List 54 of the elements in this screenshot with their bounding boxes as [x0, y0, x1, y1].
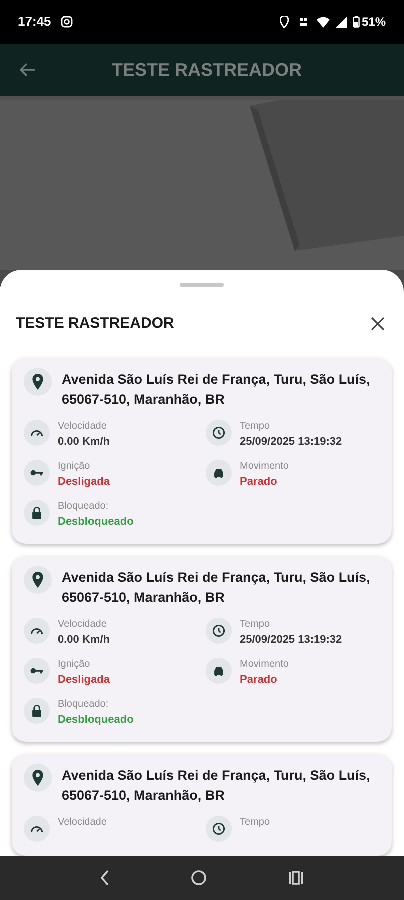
gauge-icon [24, 618, 50, 644]
drag-handle[interactable] [180, 283, 224, 287]
field-value: Parado [240, 474, 278, 490]
field-label: Tempo [240, 618, 272, 632]
location-pin-icon [24, 566, 52, 594]
volte-icon [298, 16, 309, 28]
address-text: Avenida São Luís Rei de França, Turu, São Luís, 65067-510, Maranhão, BR [62, 568, 372, 606]
field-value: 25/09/2025 13:19:32 [240, 434, 342, 450]
gauge-icon [24, 816, 50, 842]
address-text: Avenida São Luís Rei de França, Turu, São Luís, 65067-510, Maranhão, BR [62, 370, 372, 408]
battery-icon [352, 16, 360, 28]
clock-icon [206, 420, 232, 446]
recents-button[interactable] [288, 871, 304, 885]
sheet-title: TESTE RASTREADOR [16, 314, 174, 334]
field-label: Velocidade [58, 618, 108, 632]
camera-icon [61, 16, 74, 28]
signal-icon [336, 16, 347, 28]
field-label: Movimento [240, 658, 289, 672]
wifi-icon [316, 16, 330, 28]
field-label: Velocidade [58, 420, 108, 434]
clock-icon [206, 618, 232, 644]
app-bar-title: TESTE RASTREADOR [112, 58, 302, 82]
field-value: Desbloqueado [58, 712, 134, 728]
field-label: Ignição [58, 460, 92, 474]
field-value: Desbloqueado [58, 514, 134, 530]
clock-icon [206, 816, 232, 842]
lock-icon [24, 698, 50, 724]
battery-level: 51% [362, 14, 386, 31]
field-value: Parado [240, 672, 278, 688]
field-value: 0.00 Km/h [58, 434, 110, 450]
field-label: Tempo [240, 420, 272, 434]
field-value: 25/09/2025 13:19:32 [240, 632, 342, 648]
home-button[interactable] [190, 870, 207, 886]
field-label: Bloqueado: [58, 500, 110, 514]
location-pin-icon [24, 368, 52, 396]
key-icon [24, 658, 50, 684]
field-label: Tempo [240, 816, 270, 830]
field-value: Desligada [58, 672, 110, 688]
field-value: 0.00 Km/h [58, 632, 110, 648]
field-value: Desligada [58, 474, 110, 490]
field-label: Velocidade [58, 816, 107, 830]
gauge-icon [24, 420, 50, 446]
location-icon [280, 16, 289, 28]
address-text: Avenida São Luís Rei de França, Turu, São Luís, 65067-510, Maranhão, BR [62, 766, 372, 804]
status-time: 17:45 [18, 13, 52, 32]
field-label: Bloqueado: [58, 698, 110, 712]
location-pin-icon [24, 764, 52, 792]
field-label: Movimento [240, 460, 289, 474]
field-label: Ignição [58, 658, 92, 672]
car-icon [206, 658, 232, 684]
lock-icon [24, 500, 50, 526]
key-icon [24, 460, 50, 486]
back-nav-button[interactable] [100, 870, 110, 886]
car-icon [206, 460, 232, 486]
